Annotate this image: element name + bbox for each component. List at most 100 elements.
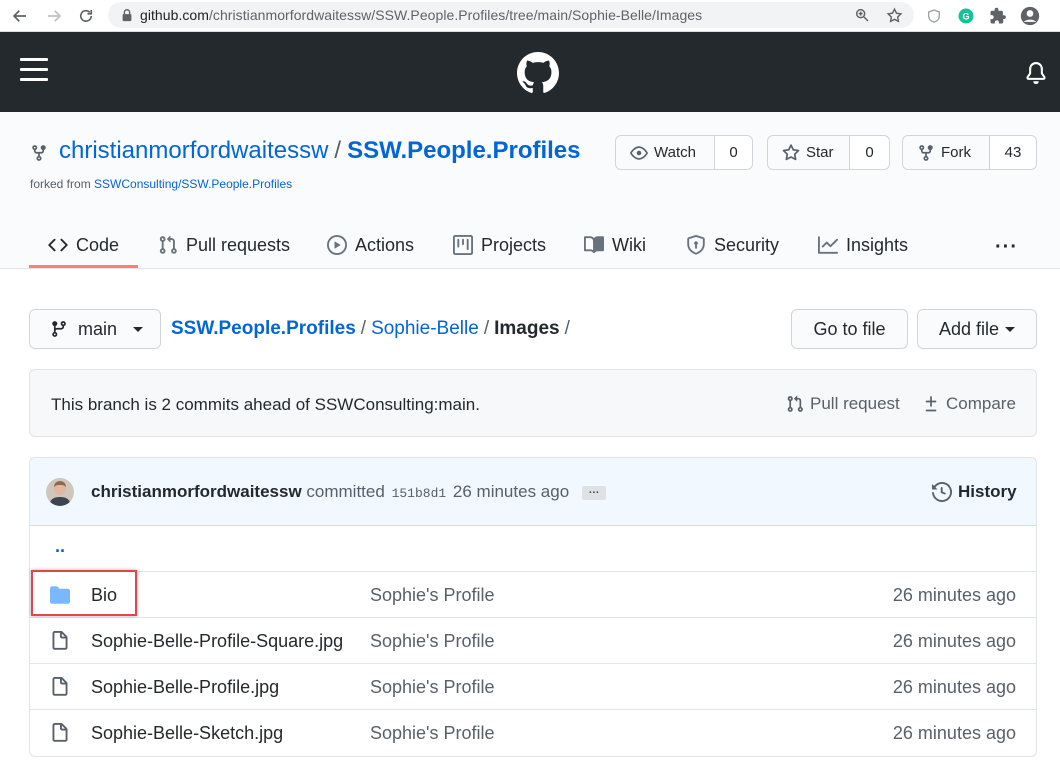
pull-request-link[interactable]: Pull request (786, 394, 900, 414)
commit-message-link[interactable]: Sophie's Profile (370, 677, 495, 698)
breadcrumb-folder-link[interactable]: Sophie-Belle (371, 318, 479, 339)
repo-owner-link[interactable]: christianmorfordwaitessw (59, 137, 328, 164)
github-logo-icon[interactable] (517, 52, 559, 94)
file-name-link[interactable]: Bio (91, 585, 117, 606)
watch-label: Watch (654, 144, 696, 161)
table-row[interactable]: Bio Sophie's Profile 26 minutes ago (30, 572, 1036, 618)
compare-link[interactable]: Compare (922, 394, 1016, 414)
commit-age: 26 minutes ago (892, 723, 1016, 743)
project-icon (453, 235, 473, 255)
tab-code[interactable]: Code (48, 222, 119, 268)
commit-time: 26 minutes ago (452, 482, 570, 501)
repo-forked-icon (30, 144, 48, 162)
pull-request-label: Pull request (810, 394, 900, 413)
tab-insights[interactable]: Insights (818, 222, 908, 268)
menu-icon[interactable] (20, 58, 48, 84)
play-icon (327, 235, 347, 255)
history-link[interactable]: History (932, 482, 1017, 502)
tab-wiki[interactable]: Wiki (584, 222, 646, 268)
star-main[interactable]: Star (768, 136, 850, 169)
expand-commit-message-button[interactable]: … (581, 484, 606, 500)
avatar[interactable] (46, 478, 74, 506)
star-count[interactable]: 0 (850, 136, 889, 169)
file-name-link[interactable]: Sophie-Belle-Sketch.jpg (91, 723, 283, 744)
breadcrumb-separator: / (483, 318, 490, 339)
parent-directory-link[interactable]: .. (55, 536, 65, 557)
pull-request-icon (159, 235, 177, 254)
fork-count[interactable]: 43 (990, 136, 1036, 169)
diff-icon (925, 396, 937, 412)
tab-actions-label: Actions (355, 234, 415, 255)
github-header (0, 32, 1060, 112)
puzzle-icon[interactable] (986, 4, 1010, 28)
address-bar[interactable]: github.com/christianmorfordwaitessw/SSW.… (108, 2, 914, 28)
bell-icon[interactable] (1025, 61, 1047, 85)
tab-projects[interactable]: Projects (453, 222, 546, 268)
star-icon[interactable] (884, 5, 904, 25)
commit-sha-link[interactable]: 151b8d1 (392, 486, 447, 501)
table-row[interactable]: Sophie-Belle-Profile-Square.jpg Sophie's… (30, 618, 1036, 664)
grammarly-icon[interactable]: G (954, 4, 978, 28)
back-arrow-icon[interactable] (8, 4, 32, 28)
branch-status-box: This branch is 2 commits ahead of SSWCon… (29, 369, 1037, 437)
history-icon (932, 482, 952, 502)
extension-shield-icon[interactable] (922, 4, 946, 28)
chevron-down-icon (1005, 326, 1016, 332)
repo-header: christianmorfordwaitessw / SSW.People.Prof… (0, 112, 1060, 269)
fork-button[interactable]: Fork 43 (902, 135, 1037, 170)
watch-count[interactable]: 0 (715, 136, 752, 169)
branch-selector[interactable]: main (29, 309, 161, 349)
star-label: Star (806, 144, 834, 161)
lock-icon (120, 8, 134, 22)
go-to-file-button[interactable]: Go to file (791, 309, 908, 349)
breadcrumb-separator: / (564, 318, 570, 339)
eye-icon (630, 145, 648, 160)
history-label: History (958, 482, 1017, 501)
forward-arrow-icon[interactable] (42, 4, 66, 28)
reload-icon[interactable] (74, 4, 98, 28)
tab-projects-label: Projects (481, 234, 547, 255)
table-row[interactable]: Sophie-Belle-Profile.jpg Sophie's Profil… (30, 664, 1036, 710)
watch-main[interactable]: Watch (616, 136, 715, 169)
star-button[interactable]: Star 0 (767, 135, 890, 170)
url-text: github.com/christianmorfordwaitessw/SSW.… (140, 7, 703, 23)
chevron-down-icon (133, 326, 144, 332)
watch-button[interactable]: Watch 0 (615, 135, 753, 170)
more-options-icon[interactable]: ··· (995, 236, 1018, 259)
breadcrumb-separator: / (360, 318, 367, 339)
commit-verb: committed (306, 482, 385, 501)
table-row[interactable]: Sophie-Belle-Sketch.jpg Sophie's Profile… (30, 710, 1036, 756)
compare-label: Compare (946, 394, 1016, 413)
breadcrumb: SSW.People.Profiles / Sophie-Belle / Images / (171, 318, 575, 340)
breadcrumb-repo-link[interactable]: SSW.People.Profiles (171, 318, 356, 339)
file-icon (50, 723, 70, 743)
file-icon (50, 631, 70, 651)
file-name-link[interactable]: Sophie-Belle-Profile-Square.jpg (91, 631, 343, 652)
tab-insights-label: Insights (846, 234, 909, 255)
breadcrumb-current: Images (494, 318, 560, 339)
tab-security[interactable]: Security (686, 222, 779, 268)
add-file-button[interactable]: Add file (917, 309, 1037, 349)
title-separator: / (334, 137, 342, 164)
graph-icon (818, 236, 838, 254)
shield-icon (687, 235, 705, 255)
forked-from-link[interactable]: SSWConsulting/SSW.People.Profiles (94, 177, 292, 191)
tab-code-label: Code (76, 234, 120, 255)
tab-pull-requests[interactable]: Pull requests (158, 222, 290, 268)
parent-directory-row[interactable]: .. (30, 526, 1036, 572)
commit-message-link[interactable]: Sophie's Profile (370, 631, 495, 652)
latest-commit-bar: christianmorfordwaitessw committed 151b8… (30, 458, 1036, 526)
file-icon (50, 677, 70, 697)
zoom-icon[interactable] (852, 5, 872, 25)
commit-message-link[interactable]: Sophie's Profile (370, 723, 495, 744)
star-icon (782, 143, 800, 160)
commit-message-link[interactable]: Sophie's Profile (370, 585, 495, 606)
tab-wiki-label: Wiki (612, 234, 646, 255)
profile-icon[interactable] (1018, 4, 1042, 28)
repo-name-link[interactable]: SSW.People.Profiles (347, 137, 580, 164)
fork-main[interactable]: Fork (903, 136, 990, 169)
tab-actions[interactable]: Actions (327, 222, 414, 268)
file-name-link[interactable]: Sophie-Belle-Profile.jpg (91, 677, 279, 698)
active-tab-indicator (29, 265, 138, 268)
commit-author-link[interactable]: christianmorfordwaitessw (91, 482, 302, 501)
